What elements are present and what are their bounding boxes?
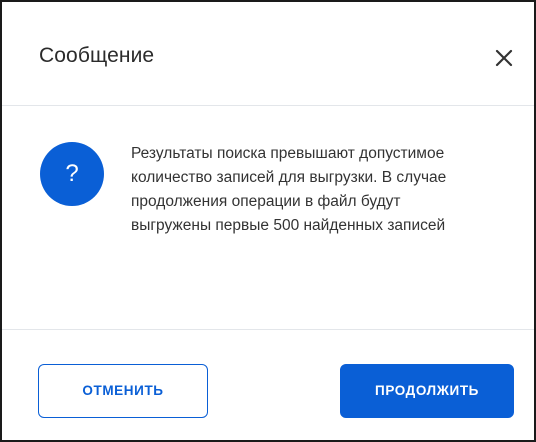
dialog-message: Результаты поиска превышают допустимое к… (131, 145, 447, 234)
continue-button[interactable]: ПРОДОЛЖИТЬ (340, 364, 514, 418)
close-icon (495, 49, 513, 67)
dialog-body: ? Результаты поиска превышают допустимое… (2, 106, 534, 330)
message-dialog: Сообщение ? Результаты поиска превышают … (0, 0, 536, 442)
close-button[interactable] (494, 48, 514, 68)
question-icon: ? (40, 142, 104, 206)
dialog-footer: ОТМЕНИТЬ ПРОДОЛЖИТЬ (2, 330, 534, 440)
dialog-title: Сообщение (39, 44, 155, 67)
dialog-header: Сообщение (2, 2, 534, 106)
cancel-button[interactable]: ОТМЕНИТЬ (38, 364, 208, 418)
